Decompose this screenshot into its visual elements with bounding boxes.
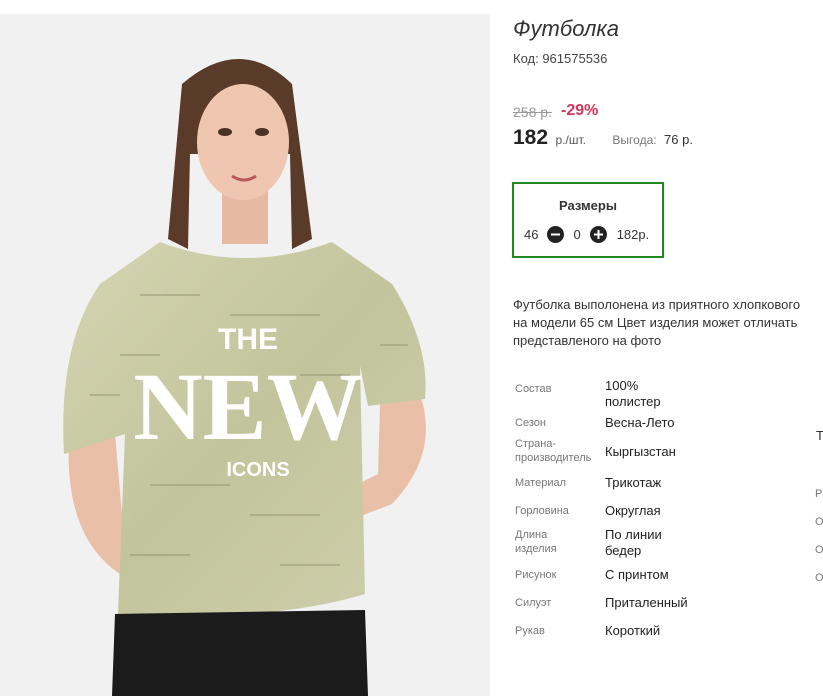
side-column-text: Р <box>815 488 823 500</box>
side-column-text: О <box>815 516 823 528</box>
spec-value: Трикотаж <box>605 475 662 490</box>
plus-icon <box>593 230 603 239</box>
spec-label: Сезон <box>515 417 546 429</box>
current-price: 182 <box>513 126 549 149</box>
product-photo[interactable]: THE NEW ICONS <box>0 14 490 696</box>
product-code: Код: 961575536 <box>513 51 608 66</box>
shirt-print-icons: ICONS <box>226 459 289 481</box>
sizes-title: Размеры <box>559 198 617 213</box>
sizes-box: Размеры 46 0 182р. <box>512 182 664 258</box>
decrease-quantity-button[interactable] <box>547 226 565 243</box>
spec-value: Приталенный <box>605 595 688 610</box>
size-row: 46 0 182р. <box>524 226 649 243</box>
minus-icon <box>551 233 561 236</box>
product-title: Футболка <box>513 16 619 41</box>
benefit-value: 76 р. <box>664 132 693 147</box>
benefit-label: Выгода: <box>612 133 657 147</box>
spec-label: Рукав <box>515 625 545 637</box>
size-price: 182р. <box>616 227 650 242</box>
spec-label: Длина изделия <box>515 529 557 555</box>
spec-label: Страна-производитель <box>515 438 592 464</box>
side-column-text: О <box>815 572 823 584</box>
spec-value: Кыргызстан <box>605 444 676 459</box>
shirt-print-the: THE <box>218 323 278 356</box>
size-value: 46 <box>524 227 539 242</box>
spec-value: С принтом <box>605 567 669 582</box>
description-line: Футболка выполонена из приятного хлопков… <box>513 297 801 312</box>
spec-label: Силуэт <box>515 597 552 609</box>
spec-label: Горловина <box>515 505 569 517</box>
spec-label: Состав <box>515 383 552 395</box>
side-column-text: Т <box>816 428 823 443</box>
spec-value: Весна-Лето <box>605 415 675 430</box>
discount-badge: -29% <box>561 102 599 119</box>
increase-quantity-button[interactable] <box>589 226 607 243</box>
shirt-print-new: NEW <box>133 353 362 460</box>
price-row: 182 р./шт. Выгода: 76 р. <box>513 126 693 150</box>
spec-value: Короткий <box>605 623 661 638</box>
old-price: 258 р. <box>513 104 552 120</box>
description-line: представленого на фото <box>513 333 662 348</box>
spec-label: Рисунок <box>515 569 557 581</box>
quantity-value[interactable]: 0 <box>573 227 580 242</box>
description-line: на модели 65 см Цвет изделия может отлич… <box>513 315 798 330</box>
spec-label: Материал <box>515 477 566 489</box>
product-description: Футболка выполонена из приятного хлопков… <box>513 296 823 350</box>
side-column-text: О <box>815 544 823 556</box>
spec-value: По линии бедер <box>605 527 662 558</box>
spec-value: 100% полистер <box>605 378 661 409</box>
spec-value: Округлая <box>605 503 661 518</box>
price-unit: р./шт. <box>555 133 586 147</box>
